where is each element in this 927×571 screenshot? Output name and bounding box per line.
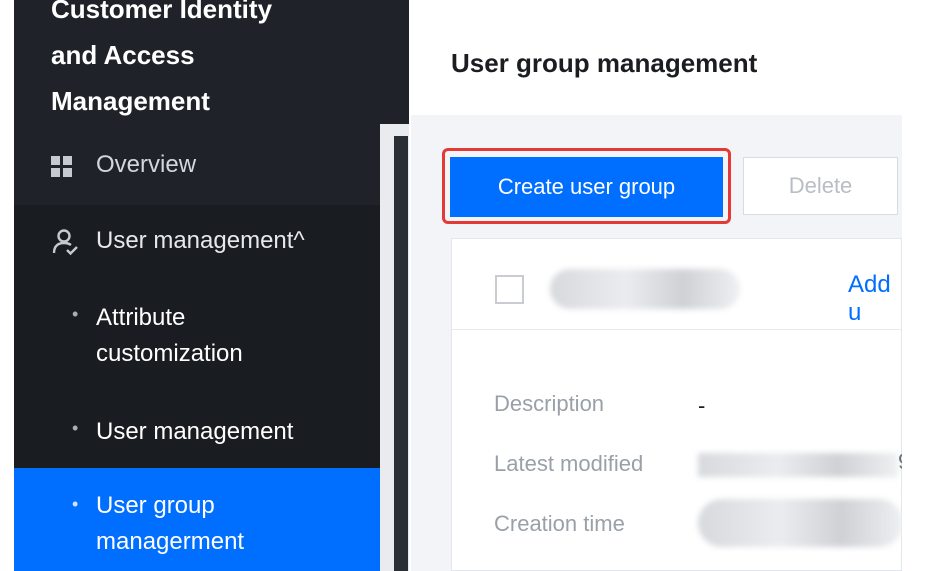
sidebar-subitem-user-management[interactable]: • User management	[14, 414, 380, 454]
sidebar-subitem-label: User group managerment	[96, 492, 245, 555]
bullet-icon: •	[72, 418, 79, 438]
sidebar-item-overview[interactable]: Overview	[14, 148, 380, 188]
product-title: Customer Identity and Access Management	[51, 0, 273, 116]
bullet-icon: •	[72, 304, 79, 324]
sidebar-scrollbar[interactable]	[380, 124, 409, 571]
add-link[interactable]: Add u	[848, 271, 901, 327]
description-value: -	[698, 393, 706, 418]
sidebar-item-label: Overview	[96, 151, 197, 178]
user-group-card: Add u Description - Latest modified 9 Cr…	[451, 238, 910, 571]
redacted-group-name	[550, 269, 740, 309]
delete-button[interactable]: Delete	[743, 157, 898, 215]
user-icon	[51, 228, 79, 263]
create-user-group-button[interactable]: Create user group	[450, 157, 723, 217]
creation-time-label: Creation time	[494, 511, 625, 536]
sidebar-item-label: User management^	[96, 227, 305, 254]
grid-icon	[51, 156, 73, 178]
sidebar-subitem-attribute-customization[interactable]: • Attribute customization	[14, 300, 380, 380]
select-checkbox[interactable]	[495, 275, 524, 304]
sidebar-subitem-user-group-management[interactable]: • User group managerment	[14, 468, 380, 571]
redacted-creation-time	[698, 499, 903, 547]
redacted-latest-modified	[698, 453, 898, 477]
sidebar-subitem-label: User management	[96, 418, 294, 445]
window-right-edge	[902, 0, 927, 571]
bullet-icon: •	[72, 494, 79, 514]
latest-modified-label: Latest modified	[494, 451, 644, 476]
window-left-border	[0, 0, 14, 571]
sidebar-item-user-management[interactable]: User management^	[14, 222, 380, 262]
sidebar: Customer Identity and Access Management …	[14, 0, 409, 571]
description-label: Description	[494, 391, 605, 416]
card-header: Add u	[452, 239, 901, 330]
sidebar-subitem-label: Attribute customization	[96, 304, 243, 367]
scrollbar-thumb[interactable]	[394, 136, 408, 571]
page-title: User group management	[451, 48, 758, 78]
